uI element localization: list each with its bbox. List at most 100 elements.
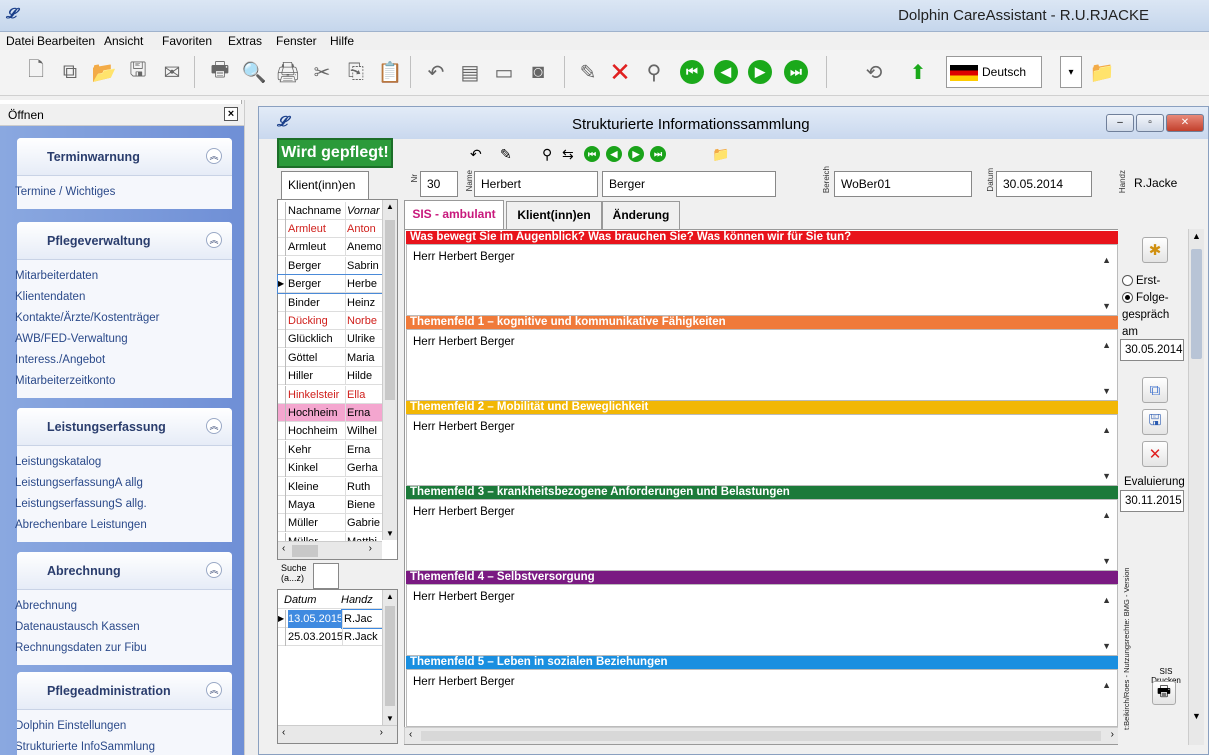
client-row[interactable]: ▶ Berger Herbe [277, 274, 383, 295]
language-select[interactable]: Deutsch [946, 56, 1042, 88]
menu-bearbeiten[interactable]: Bearbeiten [37, 34, 95, 48]
left-panel-scrollbar[interactable] [244, 100, 258, 755]
nav-abrechenbare[interactable]: Abrechenbare Leistungen [15, 515, 232, 536]
scroll-down-icon[interactable]: ▼ [1102, 641, 1111, 651]
evaluierung-date-field[interactable]: 30.11.2015 [1120, 490, 1184, 512]
delete-icon[interactable]: ✕ [1142, 441, 1168, 467]
client-row[interactable]: Glücklich Ulrike [278, 330, 382, 349]
camera-icon[interactable]: ◙ [524, 58, 552, 86]
mail-icon[interactable]: ✉ [158, 58, 186, 86]
open-folder-icon[interactable]: 📂 [90, 58, 118, 86]
tab-sis-ambulant[interactable]: SIS - ambulant [404, 200, 504, 230]
nav-interess[interactable]: Interess./Angebot [15, 350, 232, 371]
client-row[interactable]: Kleine Ruth [278, 477, 382, 496]
collapse-icon[interactable]: ︽ [206, 232, 222, 248]
section-textarea-3[interactable]: Herr Herbert Berger ▲ ▼ [406, 499, 1118, 571]
tab-klienten-list[interactable]: Klient(inn)en [281, 171, 369, 199]
menu-favoriten[interactable]: Favoriten [162, 34, 212, 48]
col-datum[interactable]: Datum [284, 591, 336, 609]
search-input[interactable] [313, 563, 339, 589]
scroll-up-icon[interactable]: ▲ [1102, 340, 1111, 350]
content-vscrollbar[interactable]: ▲ ▼ [1188, 229, 1204, 745]
refresh-icon[interactable]: ⇆ [562, 146, 574, 163]
col-vorname[interactable]: Vornar [345, 202, 381, 220]
nav-kontakte[interactable]: Kontakte/Ärzte/Kostenträger [15, 308, 232, 329]
nav-leistungserfassung-a[interactable]: LeistungserfassungA allg [15, 473, 232, 494]
content-hscrollbar[interactable]: ‹ › [404, 727, 1120, 744]
datum-field[interactable]: 30.05.2014 [996, 171, 1092, 197]
nav-mitarbeiterdaten[interactable]: Mitarbeiterdaten [15, 266, 232, 287]
new-entry-icon[interactable]: ✱ [1142, 237, 1168, 263]
nachname-field[interactable]: Berger [602, 171, 776, 197]
copy-document-icon[interactable]: ⧉ [56, 58, 84, 86]
client-row[interactable]: Göttel Maria [278, 348, 382, 367]
client-row[interactable]: Müller Gabrie [278, 514, 382, 533]
language-dropdown-icon[interactable]: ▾ [1060, 56, 1082, 88]
next-record-icon[interactable]: ▶ [748, 60, 772, 84]
nav-zeitkonto[interactable]: Mitarbeiterzeitkonto [15, 371, 232, 392]
scroll-down-icon[interactable]: ▼ [1102, 386, 1111, 396]
export-folder-icon[interactable]: 📁 [712, 146, 729, 163]
client-row[interactable]: Binder Heinz [278, 293, 382, 312]
folge-radio[interactable]: Folge- [1122, 292, 1169, 304]
nav-klientendaten[interactable]: Klientendaten [15, 287, 232, 308]
printer-icon[interactable]: 🖨 [274, 58, 302, 86]
col-nachname[interactable]: Nachname [288, 202, 343, 220]
client-row[interactable]: Armleut Anemo [278, 238, 382, 257]
undo-icon[interactable]: ↶ [422, 58, 450, 86]
paste-icon[interactable]: 📋 [376, 58, 404, 86]
edit-icon[interactable]: ✎ [500, 146, 512, 163]
nav-leistungskatalog[interactable]: Leistungskatalog [15, 452, 232, 473]
section-textarea-1[interactable]: Herr Herbert Berger ▲ ▼ [406, 329, 1118, 401]
client-row[interactable]: Hiller Hilde [278, 367, 382, 386]
client-row[interactable]: Kehr Erna [278, 440, 382, 459]
client-list-hscrollbar[interactable]: ‹ › [278, 541, 382, 559]
nav-einstellungen[interactable]: Dolphin Einstellungen [17, 716, 232, 737]
client-list-scrollbar[interactable]: ▲ ▼ [382, 200, 397, 540]
scroll-up-icon[interactable]: ▲ [1102, 510, 1111, 520]
vorname-field[interactable]: Herbert [474, 171, 598, 197]
scroll-up-icon[interactable]: ▲ [1102, 425, 1111, 435]
card-icon[interactable]: ▭ [490, 58, 518, 86]
edit-icon[interactable]: ✎ [574, 58, 602, 86]
date-row[interactable]: 25.03.2015 R.Jack [278, 628, 382, 646]
menu-hilfe[interactable]: Hilfe [330, 34, 354, 48]
search-icon[interactable]: ⚲ [640, 58, 668, 86]
collapse-icon[interactable]: ︽ [206, 562, 222, 578]
form-icon[interactable]: ▤ [456, 58, 484, 86]
section-textarea-4[interactable]: Herr Herbert Berger ▲ ▼ [406, 584, 1118, 656]
scroll-up-icon[interactable]: ▲ [1102, 595, 1111, 605]
next-record-icon[interactable]: ▶ [628, 146, 644, 162]
nav-leistungserfassung-s[interactable]: LeistungserfassungS allg. [15, 494, 232, 515]
menu-ansicht[interactable]: Ansicht [104, 34, 143, 48]
scroll-down-icon[interactable]: ▼ [1102, 471, 1111, 481]
refresh-icon[interactable]: ⟲ [860, 58, 888, 86]
search-icon[interactable]: ⚲ [542, 146, 552, 163]
last-record-icon[interactable]: ⏭ [784, 60, 808, 84]
copy-icon[interactable]: ⎘ [342, 58, 370, 86]
client-row[interactable]: Hochheim Erna [278, 404, 382, 422]
section-textarea-0[interactable]: Herr Herbert Berger ▲ ▼ [406, 244, 1118, 316]
client-row[interactable]: Hinkelsteir Ella [278, 385, 382, 404]
client-row[interactable]: Berger Sabrin [278, 256, 382, 275]
menu-fenster[interactable]: Fenster [276, 34, 317, 48]
nav-abrechnung[interactable]: Abrechnung [15, 596, 232, 617]
date-list-hscrollbar[interactable]: ‹ › [278, 725, 397, 743]
window-close-icon[interactable]: ✕ [1166, 114, 1204, 132]
upload-icon[interactable]: ⬆ [904, 58, 932, 86]
save-icon[interactable]: 🖫 [124, 58, 152, 86]
nav-termine[interactable]: Termine / Wichtiges [15, 182, 232, 203]
scroll-down-icon[interactable]: ▼ [1102, 301, 1111, 311]
col-handz[interactable]: Handz [340, 591, 382, 609]
client-row[interactable]: Maya Biene [278, 496, 382, 514]
minimize-icon[interactable]: – [1106, 114, 1134, 132]
copy-icon[interactable]: ⧉ [1142, 377, 1168, 403]
erst-radio[interactable]: Erst- [1122, 275, 1160, 287]
previous-record-icon[interactable]: ◀ [606, 146, 622, 162]
handz-field[interactable]: R.Jacke [1128, 171, 1196, 197]
previous-record-icon[interactable]: ◀ [714, 60, 738, 84]
print-preview-icon[interactable]: 🔍 [240, 58, 268, 86]
delete-icon[interactable]: ✕ [606, 57, 634, 87]
client-row[interactable]: Armleut Anton [278, 220, 382, 238]
section-textarea-2[interactable]: Herr Herbert Berger ▲ ▼ [406, 414, 1118, 486]
